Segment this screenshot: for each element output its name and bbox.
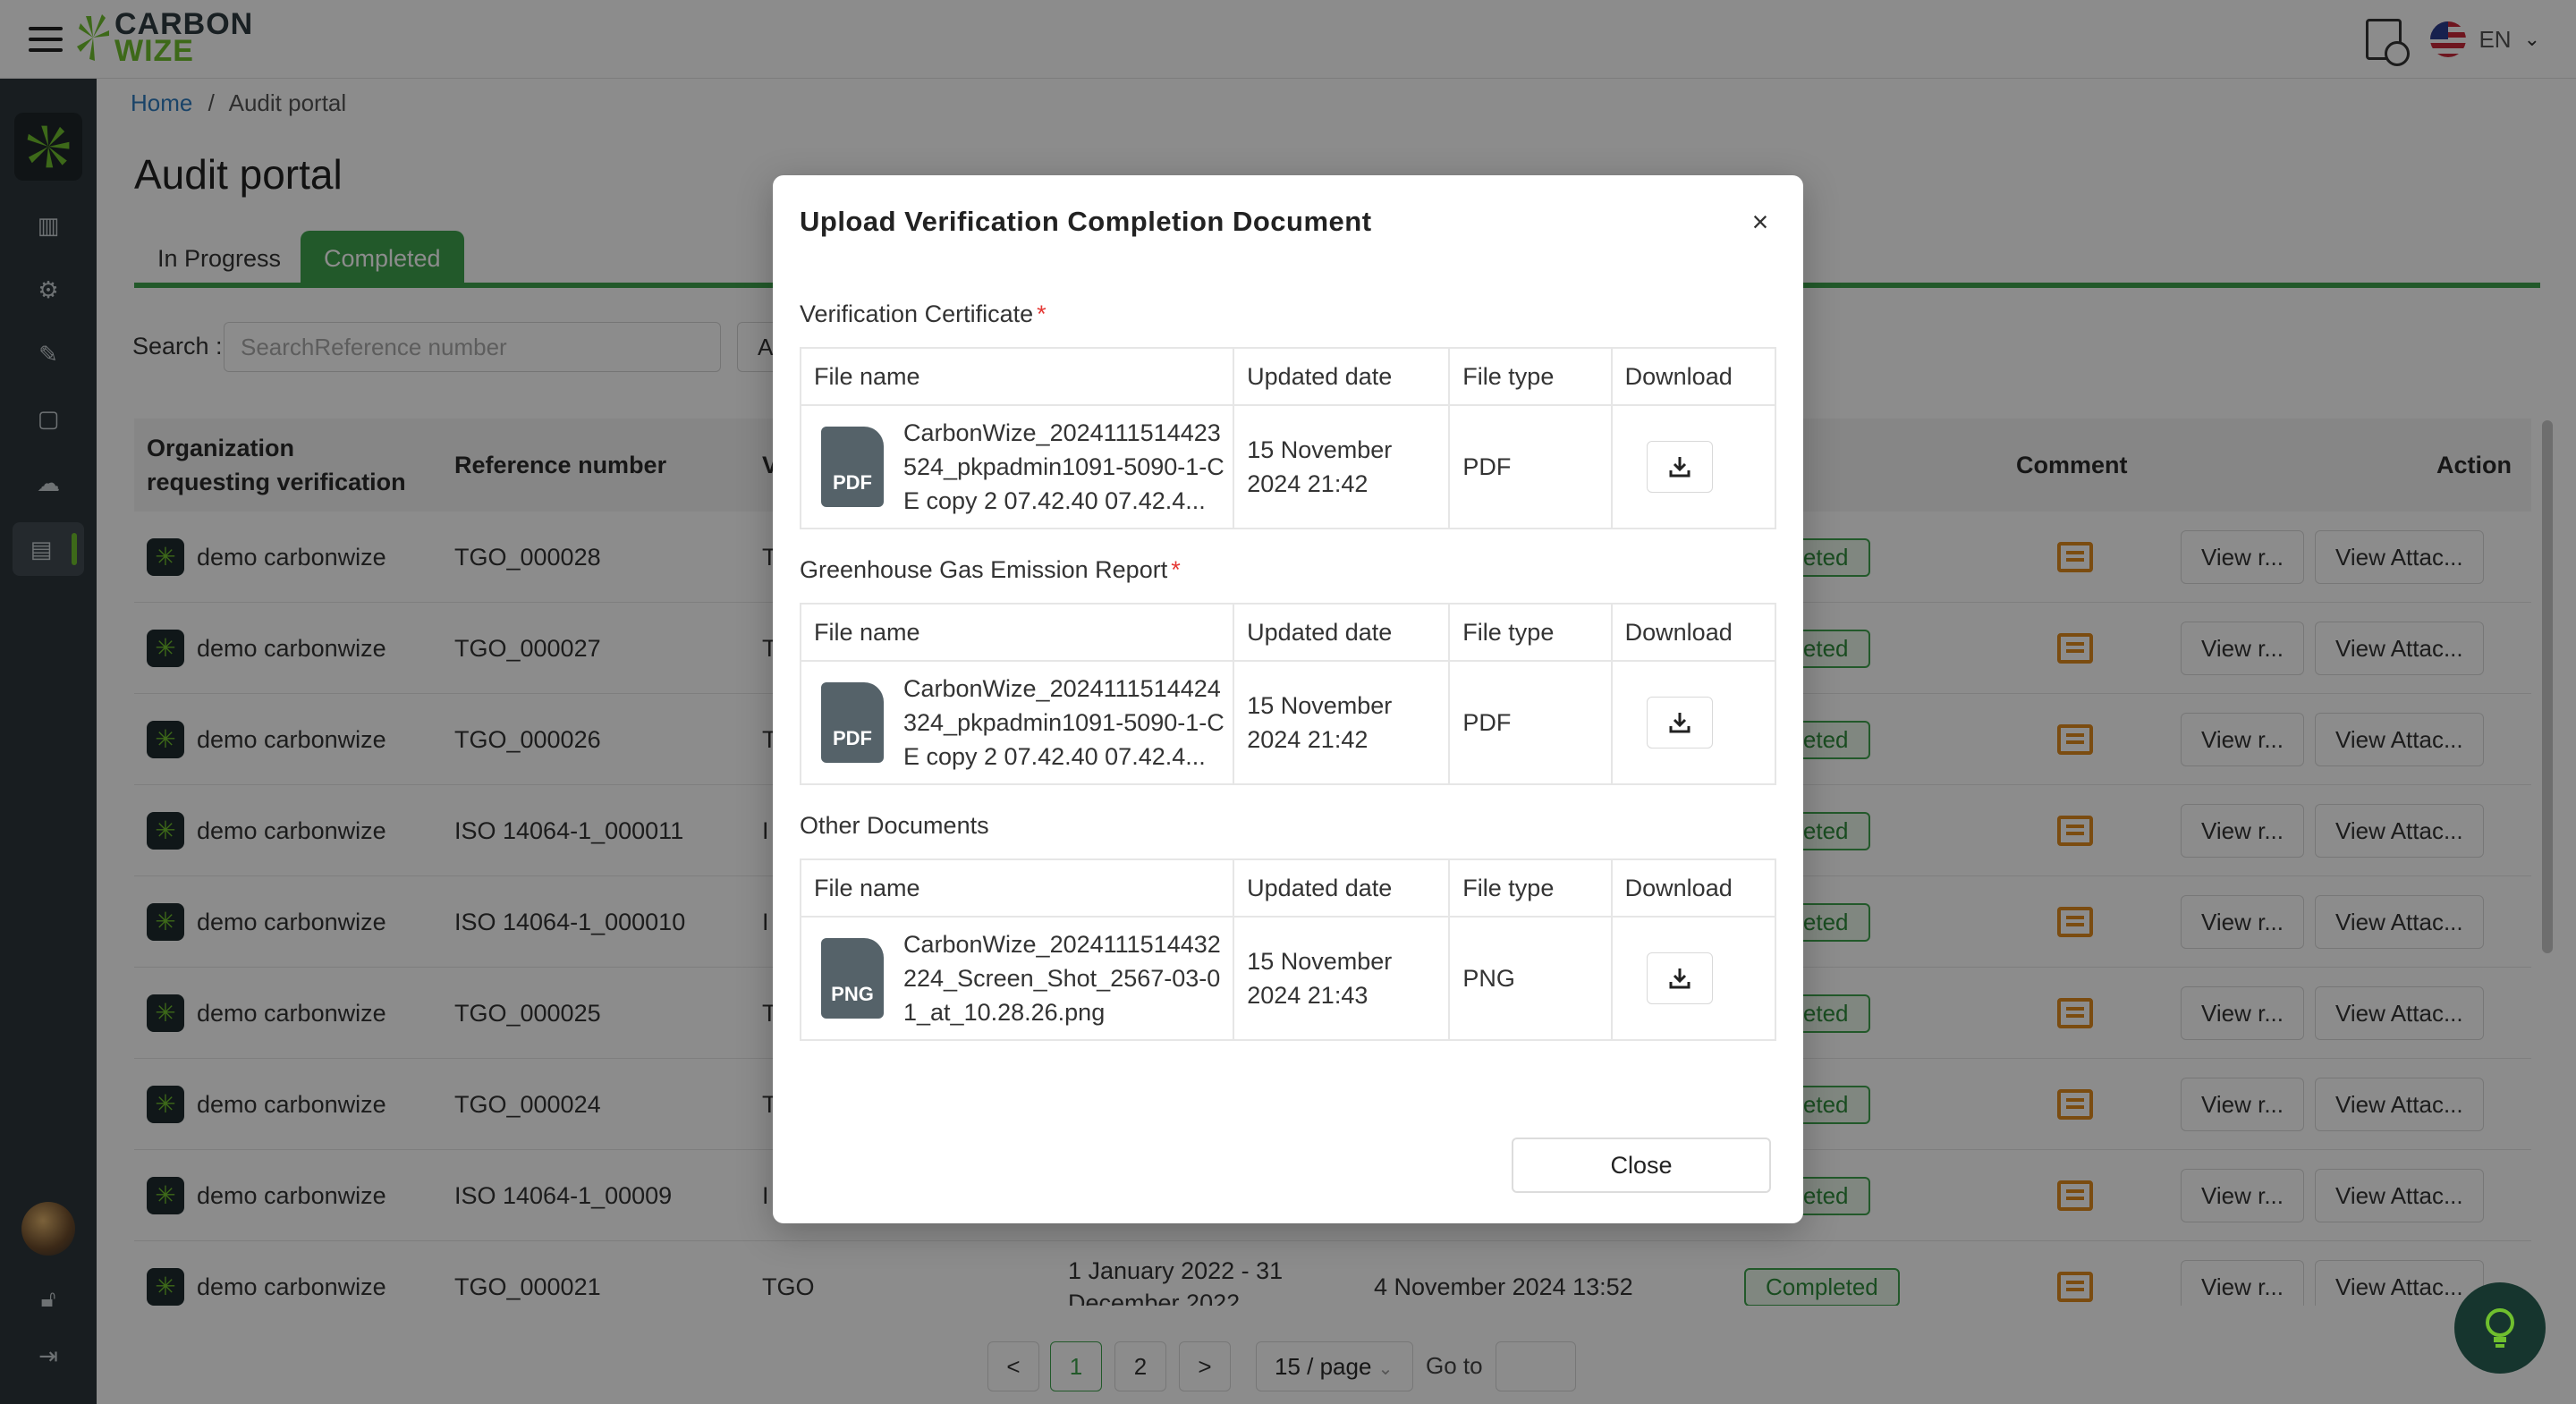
header-download: Download xyxy=(1624,362,1733,390)
file-table-header: File name Updated date File type Download xyxy=(801,860,1775,918)
updated-date: 15 November 2024 21:42 xyxy=(1247,436,1393,497)
section-label: Greenhouse Gas Emission Report * xyxy=(800,556,1181,584)
download-icon xyxy=(1669,457,1690,478)
header-updated-date: Updated date xyxy=(1234,605,1451,660)
download-cell xyxy=(1613,406,1775,528)
download-button[interactable] xyxy=(1646,697,1713,749)
header-download: Download xyxy=(1624,618,1733,646)
download-icon xyxy=(1669,968,1690,989)
section-label-text: Verification Certificate xyxy=(800,300,1034,327)
updated-date-cell: 15 November 2024 21:42 xyxy=(1234,662,1451,783)
upload-verification-modal: Upload Verification Completion Document … xyxy=(773,175,1803,1223)
header-updated-date: Updated date xyxy=(1234,860,1451,916)
close-icon[interactable]: × xyxy=(1744,206,1776,238)
header-file-type: File type xyxy=(1450,349,1613,404)
file-row: PDF CarbonWize_2024111514423524_pkpadmin1… xyxy=(801,406,1775,528)
file-name-cell: PDF CarbonWize_2024111514423524_pkpadmin1… xyxy=(801,406,1235,528)
download-cell xyxy=(1613,662,1775,783)
file-name-cell: PNG CarbonWize_2024111514432224_Screen_Sh… xyxy=(801,918,1235,1039)
file-table: File name Updated date File type Download PN… xyxy=(800,858,1776,1041)
file-table: File name Updated date File type Download PD… xyxy=(800,347,1776,529)
header-file-name: File name xyxy=(801,860,1235,916)
required-marker: * xyxy=(1171,556,1181,583)
file-table-header: File name Updated date File type Download xyxy=(801,349,1775,406)
file-name: CarbonWize_2024111514423524_pkpadmin1091… xyxy=(903,419,1224,514)
file-icon: PDF xyxy=(821,682,884,763)
file-type-cell: PNG xyxy=(1450,918,1613,1039)
header-file-name: File name xyxy=(801,605,1235,660)
lightbulb-icon xyxy=(2486,1308,2514,1348)
file-name: CarbonWize_2024111514424324_pkpadmin1091… xyxy=(903,675,1224,770)
file-type-cell: PDF xyxy=(1450,662,1613,783)
file-table: File name Updated date File type Download PD… xyxy=(800,603,1776,785)
file-row: PNG CarbonWize_2024111514432224_Screen_Sh… xyxy=(801,918,1775,1039)
updated-date: 15 November 2024 21:43 xyxy=(1247,948,1393,1009)
section-label-text: Greenhouse Gas Emission Report xyxy=(800,556,1168,583)
header-download: Download xyxy=(1624,874,1733,901)
updated-date: 15 November 2024 21:42 xyxy=(1247,692,1393,753)
header-updated-date: Updated date xyxy=(1234,349,1451,404)
modal-title: Upload Verification Completion Document xyxy=(800,206,1372,237)
download-button[interactable] xyxy=(1646,952,1713,1004)
file-row: PDF CarbonWize_2024111514424324_pkpadmin1… xyxy=(801,662,1775,783)
header-file-name: File name xyxy=(801,349,1235,404)
header-file-type: File type xyxy=(1450,860,1613,916)
section-label: Other Documents xyxy=(800,812,993,840)
section-label-text: Other Documents xyxy=(800,812,989,839)
header-file-type: File type xyxy=(1450,605,1613,660)
file-icon: PDF xyxy=(821,427,884,507)
file-name-cell: PDF CarbonWize_2024111514424324_pkpadmin1… xyxy=(801,662,1235,783)
required-marker: * xyxy=(1037,300,1046,327)
file-type-cell: PDF xyxy=(1450,406,1613,528)
download-icon xyxy=(1669,713,1690,733)
download-button[interactable] xyxy=(1646,441,1713,493)
file-table-header: File name Updated date File type Download xyxy=(801,605,1775,662)
download-cell xyxy=(1613,918,1775,1039)
file-name: CarbonWize_2024111514432224_Screen_Shot_… xyxy=(903,931,1221,1026)
lightbulb-help-button[interactable] xyxy=(2454,1282,2546,1374)
close-button[interactable]: Close xyxy=(1512,1138,1771,1193)
updated-date-cell: 15 November 2024 21:43 xyxy=(1234,918,1451,1039)
updated-date-cell: 15 November 2024 21:42 xyxy=(1234,406,1451,528)
section-label: Verification Certificate * xyxy=(800,300,1046,328)
file-icon: PNG xyxy=(821,938,884,1019)
